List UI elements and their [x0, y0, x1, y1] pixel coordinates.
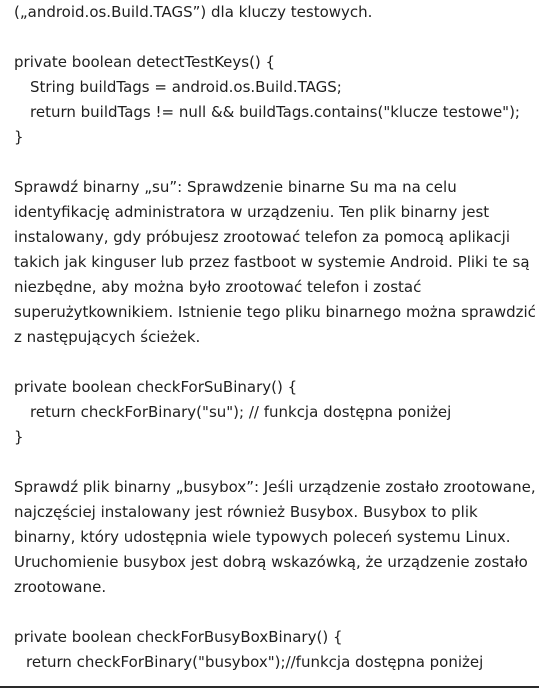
- paragraph-busybox-line-5: zrootowane.: [14, 578, 107, 596]
- paragraph-su-line-4: takich jak kinguser lub przez fastboot w…: [14, 253, 530, 271]
- paragraph-su-line-1: Sprawdź binarny „su”: Sprawdzenie binarn…: [14, 178, 457, 196]
- paragraph-su-line-5: niezbędne, aby można było zrootować tele…: [14, 278, 422, 296]
- paragraph-su-line-3: instalowany, gdy próbujesz zrootować tel…: [14, 228, 511, 246]
- paragraph-busybox-line-2: najczęściej instalowany jest również Bus…: [14, 503, 478, 521]
- code-detect-test-keys-signature: private boolean detectTestKeys() {: [14, 53, 276, 71]
- paragraph-busybox-line-3: binarny, który udostępnia wiele typowych…: [14, 528, 511, 546]
- code-detect-test-keys-close: }: [14, 128, 24, 146]
- code-detect-test-keys-line-2: return buildTags != null && buildTags.co…: [30, 103, 520, 121]
- code-check-su-binary-signature: private boolean checkForSuBinary() {: [14, 378, 298, 396]
- code-check-su-binary-body: return checkForBinary("su"); // funkcja …: [30, 403, 452, 421]
- paragraph-su-line-6: superużytkownikiem. Istnienie tego pliku…: [14, 303, 536, 321]
- code-check-busybox-body: return checkForBinary("busybox");//funkc…: [26, 653, 484, 671]
- paragraph-su-line-7: z następujących ścieżek.: [14, 328, 201, 346]
- paragraph-busybox-line-1: Sprawdź plik binarny „busybox”: Jeśli ur…: [14, 478, 536, 496]
- code-detect-test-keys-line-1: String buildTags = android.os.Build.TAGS…: [30, 78, 342, 96]
- code-check-busybox-signature: private boolean checkForBusyBoxBinary() …: [14, 628, 343, 646]
- paragraph-busybox-line-4: Uruchomienie busybox jest dobrą wskazówk…: [14, 553, 528, 571]
- paragraph-su-line-2: identyfikację administratora w urządzeni…: [14, 203, 490, 221]
- intro-line: („android.os.Build.TAGS”) dla kluczy tes…: [14, 3, 373, 21]
- document-body: („android.os.Build.TAGS”) dla kluczy tes…: [0, 0, 539, 688]
- code-check-su-binary-close: }: [14, 428, 24, 446]
